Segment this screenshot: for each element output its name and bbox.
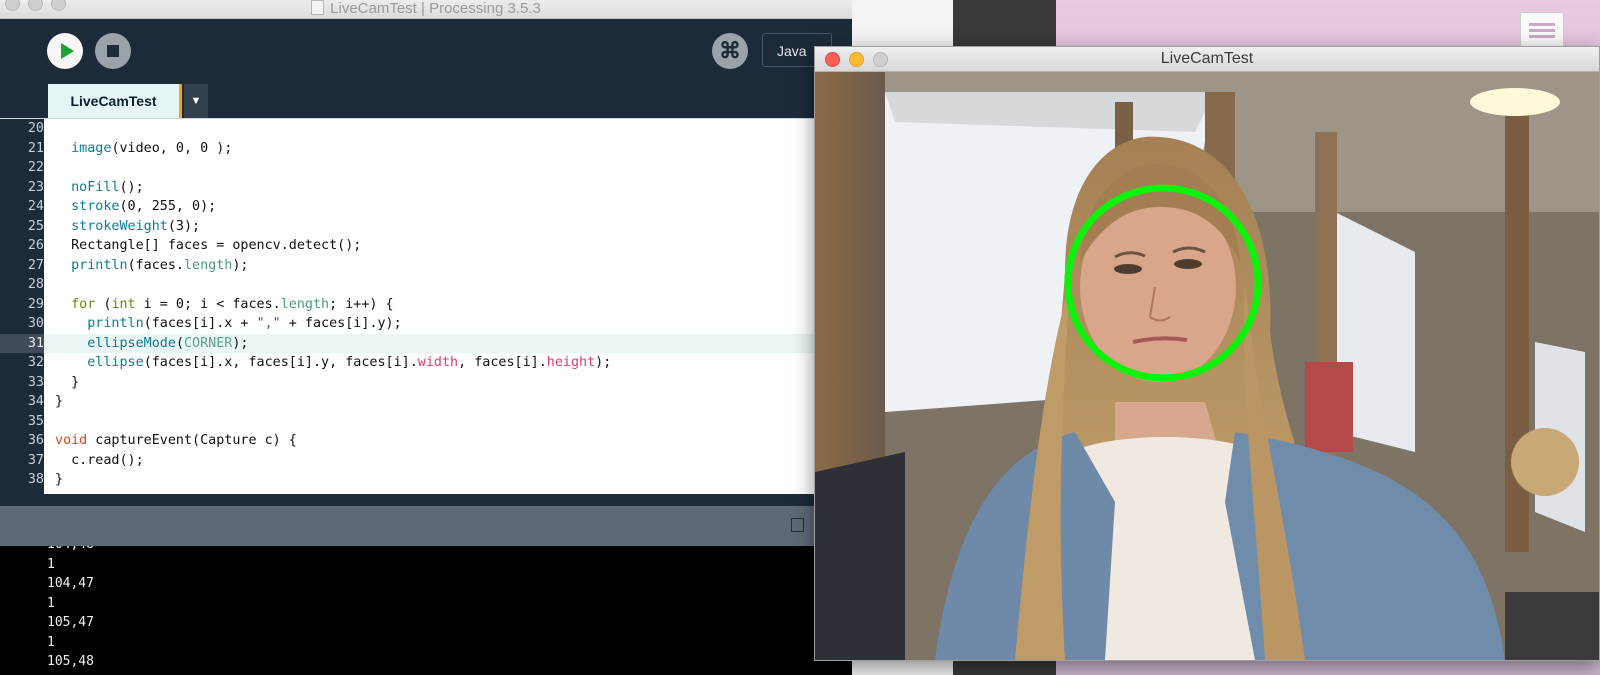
line-number: 29 [27,296,44,312]
line-number: 25 [27,218,44,234]
ide-toolbar: ⌘ Java [0,19,852,83]
debugger-button[interactable]: ⌘ [712,33,748,69]
line-number: 34 [27,394,44,409]
line-number: 38 [27,472,44,487]
line-number: 31 [0,333,44,353]
line-number: 26 [27,238,44,253]
code-line[interactable]: 34} [0,392,852,412]
code-text: strokeWeight(3); [71,218,201,234]
line-number: 22 [27,160,44,175]
line-number: 33 [27,374,44,390]
console-line: 105,47 [47,615,94,630]
line-number: 32 [27,355,44,370]
line-number: 37 [27,452,44,468]
code-line[interactable]: 29 for (int i = 0; i < faces.length; i++… [0,295,852,315]
ide-window-title: LiveCamTest | Processing 3.5.3 [0,0,852,17]
code-line[interactable]: 25 strokeWeight(3); [0,217,852,237]
code-text: stroke(0, 255, 0); [71,199,217,214]
line-number: 36 [27,433,44,448]
code-line[interactable]: 30 println(faces[i].x + "," + faces[i].y… [0,314,852,334]
stop-icon [107,45,119,57]
ide-title-bar[interactable]: LiveCamTest | Processing 3.5.3 [0,0,852,19]
code-line[interactable]: 37 c.read(); [0,451,852,471]
console-line: 104,48 [47,546,94,555]
code-line[interactable]: 21 image(video, 0, 0 ); [0,139,852,159]
processing-ide-window: LiveCamTest | Processing 3.5.3 ⌘ Java Li… [0,0,852,675]
desktop-file-icon[interactable] [1520,12,1564,48]
code-editor[interactable]: 20 21 image(video, 0, 0 ); 22 23 noFill(); 2… [0,118,852,494]
code-line[interactable]: 33 } [0,373,852,393]
tab-livecamtest[interactable]: LiveCamTest [48,84,182,118]
line-number: 23 [27,179,44,195]
code-line[interactable]: 31 ellipseMode(CORNER); [0,333,852,353]
run-button[interactable] [47,33,83,69]
code-line[interactable]: 32 ellipse(faces[i].x, faces[i].y, faces… [0,353,852,373]
code-text: for (int i = 0; i < faces.length; i++) { [71,296,394,312]
line-number: 35 [27,413,44,429]
code-line[interactable]: 27 println(faces.length); [0,256,852,276]
code-text: } [55,374,80,390]
code-text: ellipseMode(CORNER); [87,335,249,351]
code-text: Rectangle[] faces = opencv.detect(); [55,238,362,253]
code-text: noFill(); [71,179,144,195]
line-number: 30 [27,316,44,331]
code-line[interactable]: 35 [0,412,852,432]
line-number: 20 [27,121,44,136]
console-output[interactable]: 104,481104,471105,471105,48 [0,546,852,675]
code-line[interactable]: 20 [0,119,852,139]
code-line[interactable]: 24 stroke(0, 255, 0); [0,197,852,217]
status-bar [0,506,852,546]
code-text: void captureEvent(Capture c) { [55,433,297,448]
code-text: println(faces[i].x + "," + faces[i].y); [87,316,402,331]
butterfly-icon: ⌘ [719,38,741,63]
code-line[interactable]: 28 [0,275,852,295]
chevron-down-icon: ▼ [190,95,202,107]
document-icon [311,0,325,15]
code-text: } [55,394,64,409]
code-line[interactable]: 22 [0,158,852,178]
line-number: 28 [27,277,44,292]
code-line[interactable]: 36 void captureEvent(Capture c) { [0,431,852,451]
code-line[interactable]: 23 noFill(); [0,178,852,198]
sketch-window-title: LiveCamTest [1160,50,1254,67]
console-line: 104,47 [47,576,94,591]
code-text: ellipse(faces[i].x, faces[i].y, faces[i]… [87,355,612,370]
code-text: image(video, 0, 0 ); [71,140,233,156]
line-number: 24 [27,199,44,214]
code-text: c.read(); [55,452,144,468]
console-line: 105,48 [47,654,94,669]
play-icon [60,43,74,59]
console-line: 1 [47,595,55,611]
ide-title-text: LiveCamTest | Processing 3.5.3 [330,0,541,17]
code-line[interactable]: 38} [0,470,852,490]
console-line: 1 [47,556,55,572]
stop-button[interactable] [95,33,131,69]
console-line: 1 [47,634,55,650]
copy-console-icon[interactable] [791,518,804,532]
webcam-video-frame [815,72,1599,660]
code-text: } [55,472,64,487]
line-number: 21 [27,140,44,156]
webcam-image [815,72,1599,660]
sketch-title-bar[interactable]: LiveCamTest [815,47,1599,72]
line-number: 27 [27,257,44,273]
sketch-window: LiveCamTest [814,46,1600,661]
code-line[interactable]: 26 Rectangle[] faces = opencv.detect(); [0,236,852,256]
code-text: println(faces.length); [71,257,249,273]
tab-menu-button[interactable]: ▼ [184,84,208,118]
